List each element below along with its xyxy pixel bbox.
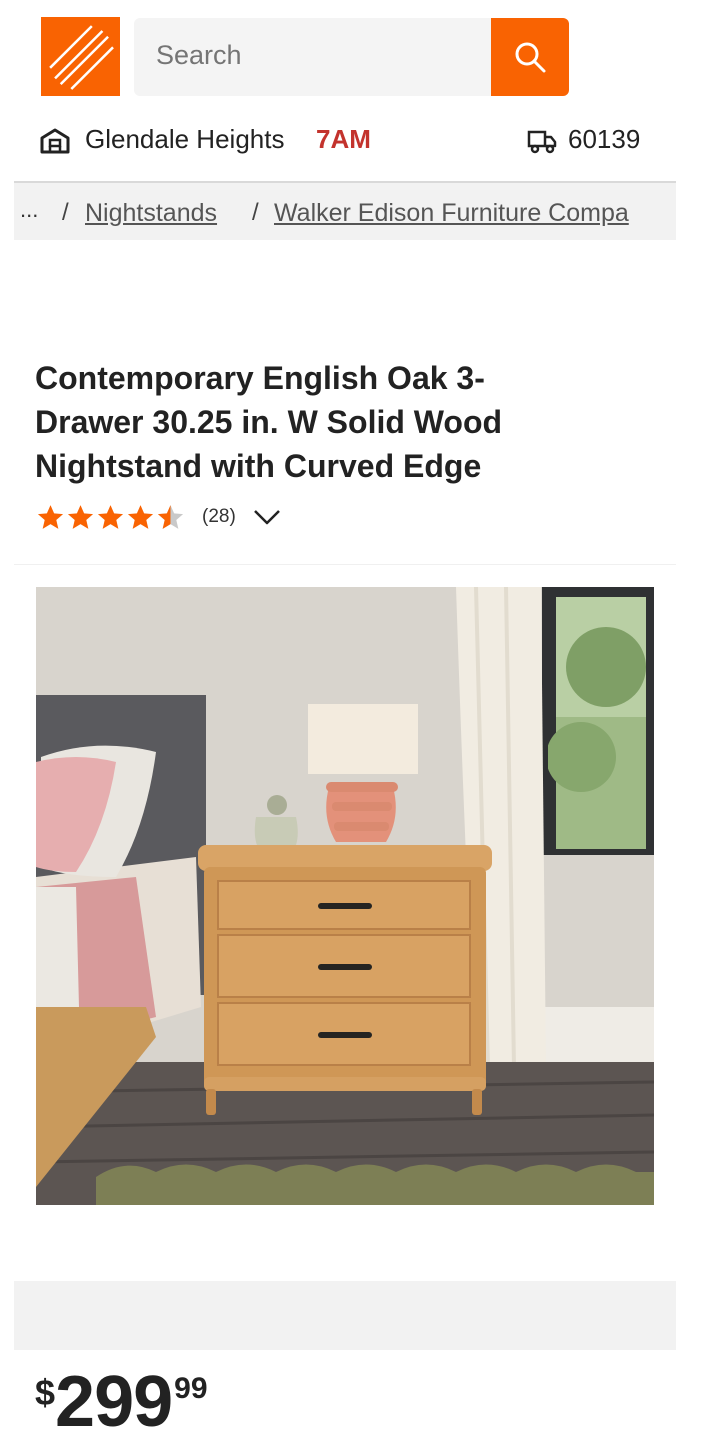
star-filled-icon bbox=[127, 504, 154, 529]
star-half-icon bbox=[157, 504, 184, 529]
star-filled-icon bbox=[67, 504, 94, 529]
price-dollars: 299 bbox=[55, 1362, 173, 1440]
home-depot-logo[interactable] bbox=[41, 17, 120, 96]
search-bar[interactable]: 3 of 8 bbox=[134, 18, 491, 207]
home-depot-logo-graphic bbox=[41, 17, 120, 96]
product-title: Contemporary English Oak 3-Drawer 30.25 … bbox=[35, 360, 503, 484]
price-cents: 99 bbox=[174, 1372, 208, 1405]
truck-icon[interactable] bbox=[527, 128, 557, 154]
breadcrumb-link-brand[interactable]: Walker Edison Furniture Compa bbox=[274, 199, 629, 228]
breadcrumb-separator: / bbox=[252, 199, 259, 226]
store-row: Glendale Heights 7AM 60139 bbox=[0, 110, 703, 170]
breadcrumb: ... / Nightstands / Walker Edison Furnit… bbox=[14, 183, 676, 240]
chevron-down-icon[interactable] bbox=[252, 507, 282, 527]
search-icon bbox=[515, 42, 546, 73]
product-price: $ 299 99 bbox=[35, 1364, 208, 1440]
product-image[interactable] bbox=[36, 587, 654, 1205]
breadcrumb-ellipsis[interactable]: ... bbox=[20, 197, 38, 223]
store-open-time: 7AM bbox=[316, 124, 371, 154]
delivery-zip[interactable]: 60139 bbox=[568, 124, 640, 155]
breadcrumb-separator: / bbox=[62, 199, 69, 226]
star-filled-icon bbox=[97, 504, 124, 529]
promo-placeholder bbox=[14, 1281, 676, 1350]
star-filled-icon bbox=[37, 504, 64, 529]
section-divider bbox=[14, 564, 676, 565]
search-button[interactable] bbox=[491, 18, 569, 96]
breadcrumb-link-nightstands[interactable]: Nightstands bbox=[85, 199, 217, 228]
store-name[interactable]: Glendale Heights bbox=[85, 124, 284, 155]
search-input[interactable] bbox=[156, 40, 476, 71]
price-currency: $ bbox=[35, 1372, 56, 1413]
store-icon[interactable] bbox=[40, 128, 70, 154]
nightstand-photo bbox=[36, 587, 654, 1205]
product-rating[interactable]: (28) bbox=[35, 502, 282, 532]
review-count[interactable]: (28) bbox=[202, 506, 236, 528]
header: 3 of 8 bbox=[0, 0, 703, 207]
rating-stars bbox=[35, 503, 185, 532]
